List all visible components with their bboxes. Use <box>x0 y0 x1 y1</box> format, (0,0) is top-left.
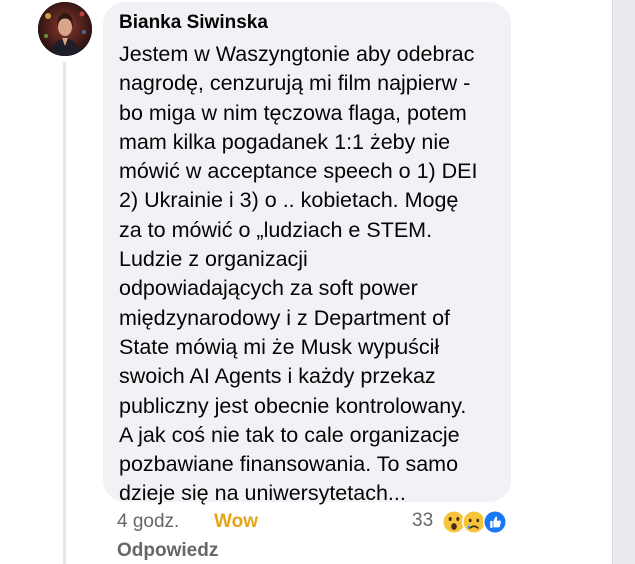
comment-text-line: mówić w acceptance speech o 1) DEI <box>119 159 478 184</box>
right-side-panel <box>612 0 635 564</box>
comment-text-line: dzieje się na uniwersytetach... <box>119 481 406 506</box>
comment-author[interactable]: Bianka Siwinska <box>119 12 268 34</box>
comment-text-line: Jestem w Waszyngtonie aby odebrac <box>119 42 475 66</box>
comment-text-line: nagrodę, cenzurują mi film najpierw - <box>119 71 471 96</box>
like-reaction-icon <box>483 510 507 534</box>
comment-screenshot: Bianka Siwinska Jestem w Waszyngtonie ab… <box>0 0 635 564</box>
reply-button[interactable]: Odpowiedz <box>117 540 218 562</box>
comment-text-line: międzynarodowy i z Department of <box>119 305 451 330</box>
comment-text-line: publiczny jest obecnie kontrolowany. <box>119 393 467 418</box>
comment-text-line: swoich AI Agents i każdy przekaz <box>119 364 436 389</box>
thread-line <box>63 62 66 564</box>
comment-bubble: Bianka Siwinska Jestem w Waszyngtonie ab… <box>103 2 511 505</box>
avatar[interactable] <box>38 2 92 56</box>
comment-text-line: za to mówić o „ludziach e STEM. <box>119 217 433 242</box>
comment-text-line: mam kilka pogadanek 1:1 żeby nie <box>119 129 451 154</box>
comment-text: Jestem w Waszyngtonie aby odebrac nagrod… <box>119 40 504 509</box>
comment-text-line: Ludzie z organizacji <box>119 247 308 272</box>
comment-timestamp[interactable]: 4 godz. <box>117 511 179 533</box>
comment-text-line: A jak coś nie tak to cale organizacje <box>119 422 460 447</box>
reaction-wow-button[interactable]: Wow <box>214 511 258 533</box>
sad-reaction-icon <box>462 510 486 534</box>
reaction-icons[interactable] <box>442 509 510 535</box>
comment-text-line: State mówią mi że Musk wypuścił <box>119 334 440 359</box>
avatar-photo <box>38 2 92 56</box>
comment-text-line: 2) Ukrainie i 3) o .. kobietach. Mogę <box>119 188 459 213</box>
comment-text-line: odpowiadających za soft power <box>119 276 418 301</box>
comment-text-line: pozbawiane finansowania. To samo <box>119 452 459 477</box>
reaction-count[interactable]: 33 <box>412 510 433 532</box>
comment-text-line: bo miga w nim tęczowa flaga, potem <box>119 100 467 125</box>
